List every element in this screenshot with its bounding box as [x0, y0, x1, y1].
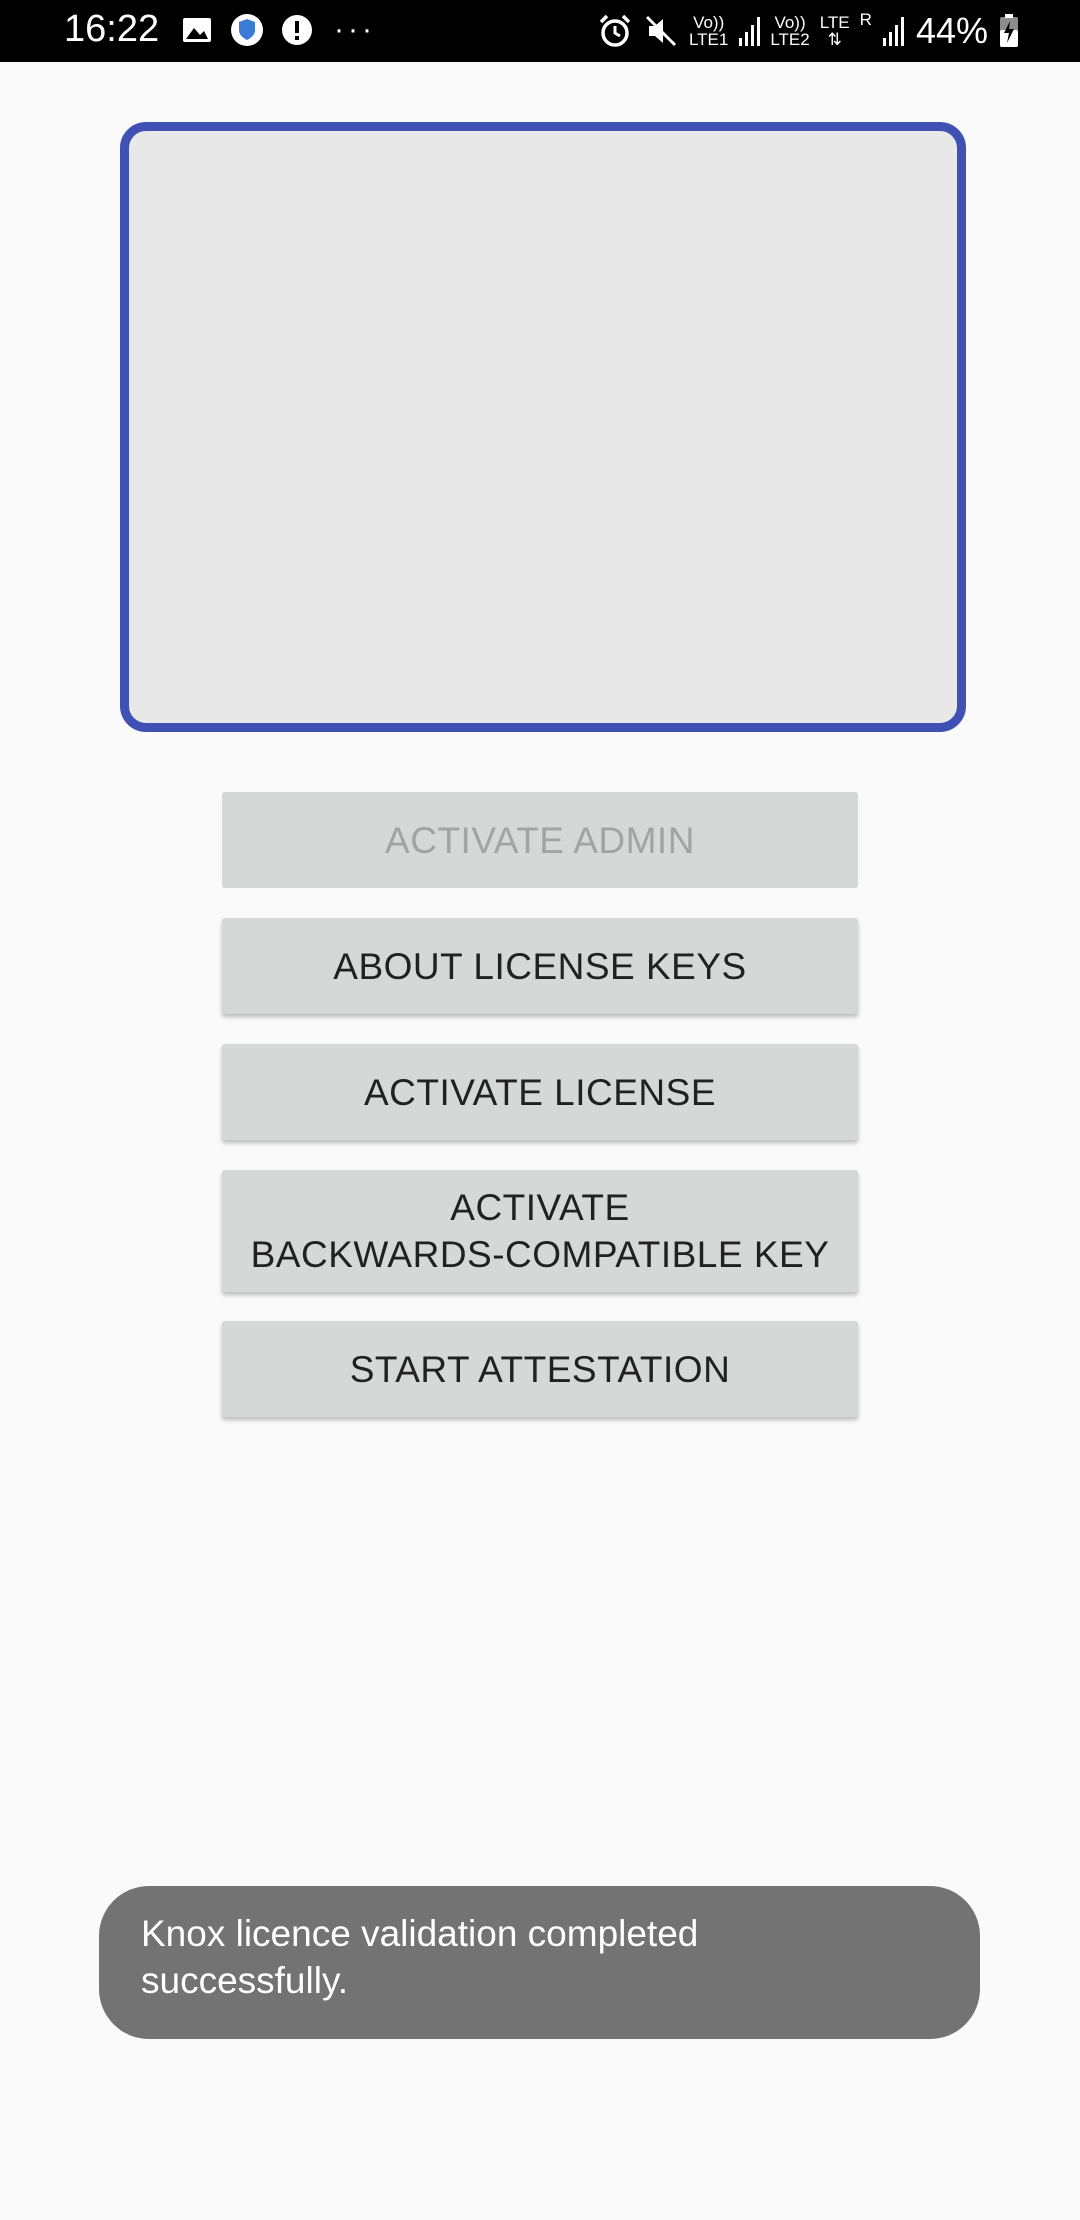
- network-lte1: Vo)) LTE1: [689, 14, 728, 48]
- roaming-indicator: R: [860, 11, 872, 28]
- toast-line1: Knox licence validation completed: [141, 1913, 699, 1954]
- alarm-icon: [599, 14, 631, 47]
- image-preview-frame: [120, 122, 966, 732]
- activate-admin-label: ACTIVATE ADMIN: [385, 819, 695, 861]
- more-notifications-icon: ···: [334, 13, 376, 46]
- lte-indicator: LTE ⇅: [820, 14, 850, 48]
- shield-app-icon: [231, 14, 263, 46]
- battery-percentage: 44%: [915, 10, 988, 51]
- mute-icon: [645, 15, 677, 47]
- lte-label: LTE: [819, 13, 850, 32]
- signal-icon: [882, 17, 904, 46]
- data-arrows-icon: ⇅: [827, 30, 842, 49]
- network-lte2: Vo)) LTE2: [770, 14, 809, 48]
- net1-top-label: Vo)): [693, 13, 725, 32]
- about-license-keys-button[interactable]: ABOUT LICENSE KEYS: [222, 918, 858, 1014]
- start-attestation-button[interactable]: START ATTESTATION: [222, 1321, 858, 1417]
- net2-bottom-label: LTE2: [770, 30, 810, 49]
- start-attestation-label: START ATTESTATION: [349, 1348, 731, 1390]
- activate-license-button[interactable]: ACTIVATE LICENSE: [222, 1044, 858, 1140]
- activate-license-label: ACTIVATE LICENSE: [363, 1071, 717, 1113]
- about-license-keys-label: ABOUT LICENSE KEYS: [333, 945, 747, 987]
- system-status-icons: Vo)) LTE1 Vo)) LTE2 LTE ⇅ R 44%: [587, 10, 1020, 51]
- backcompat-label-line2: BACKWARDS-COMPATIBLE KEY: [250, 1234, 830, 1275]
- image-icon: [183, 18, 211, 42]
- activate-backwards-compatible-key-button[interactable]: ACTIVATE BACKWARDS-COMPATIBLE KEY: [222, 1170, 858, 1292]
- signal-icon: [739, 17, 761, 46]
- toast-line2: successfully.: [141, 1960, 348, 2001]
- activate-admin-button[interactable]: ACTIVATE ADMIN: [222, 792, 858, 888]
- notification-icons: ···: [180, 13, 376, 47]
- roaming-label: R: [859, 10, 872, 29]
- backcompat-label-line1: ACTIVATE: [450, 1187, 630, 1228]
- status-time: 16:22: [64, 8, 160, 50]
- toast-message: Knox licence validation completed succes…: [99, 1886, 980, 2039]
- alert-icon: [282, 15, 312, 45]
- battery-charging-icon: [1000, 14, 1018, 47]
- net2-top-label: Vo)): [774, 13, 806, 32]
- net1-bottom-label: LTE1: [688, 30, 729, 49]
- status-bar: 16:22 ··· Vo)) LTE1 Vo)) LTE2 LTE ⇅ R 44…: [0, 0, 1080, 62]
